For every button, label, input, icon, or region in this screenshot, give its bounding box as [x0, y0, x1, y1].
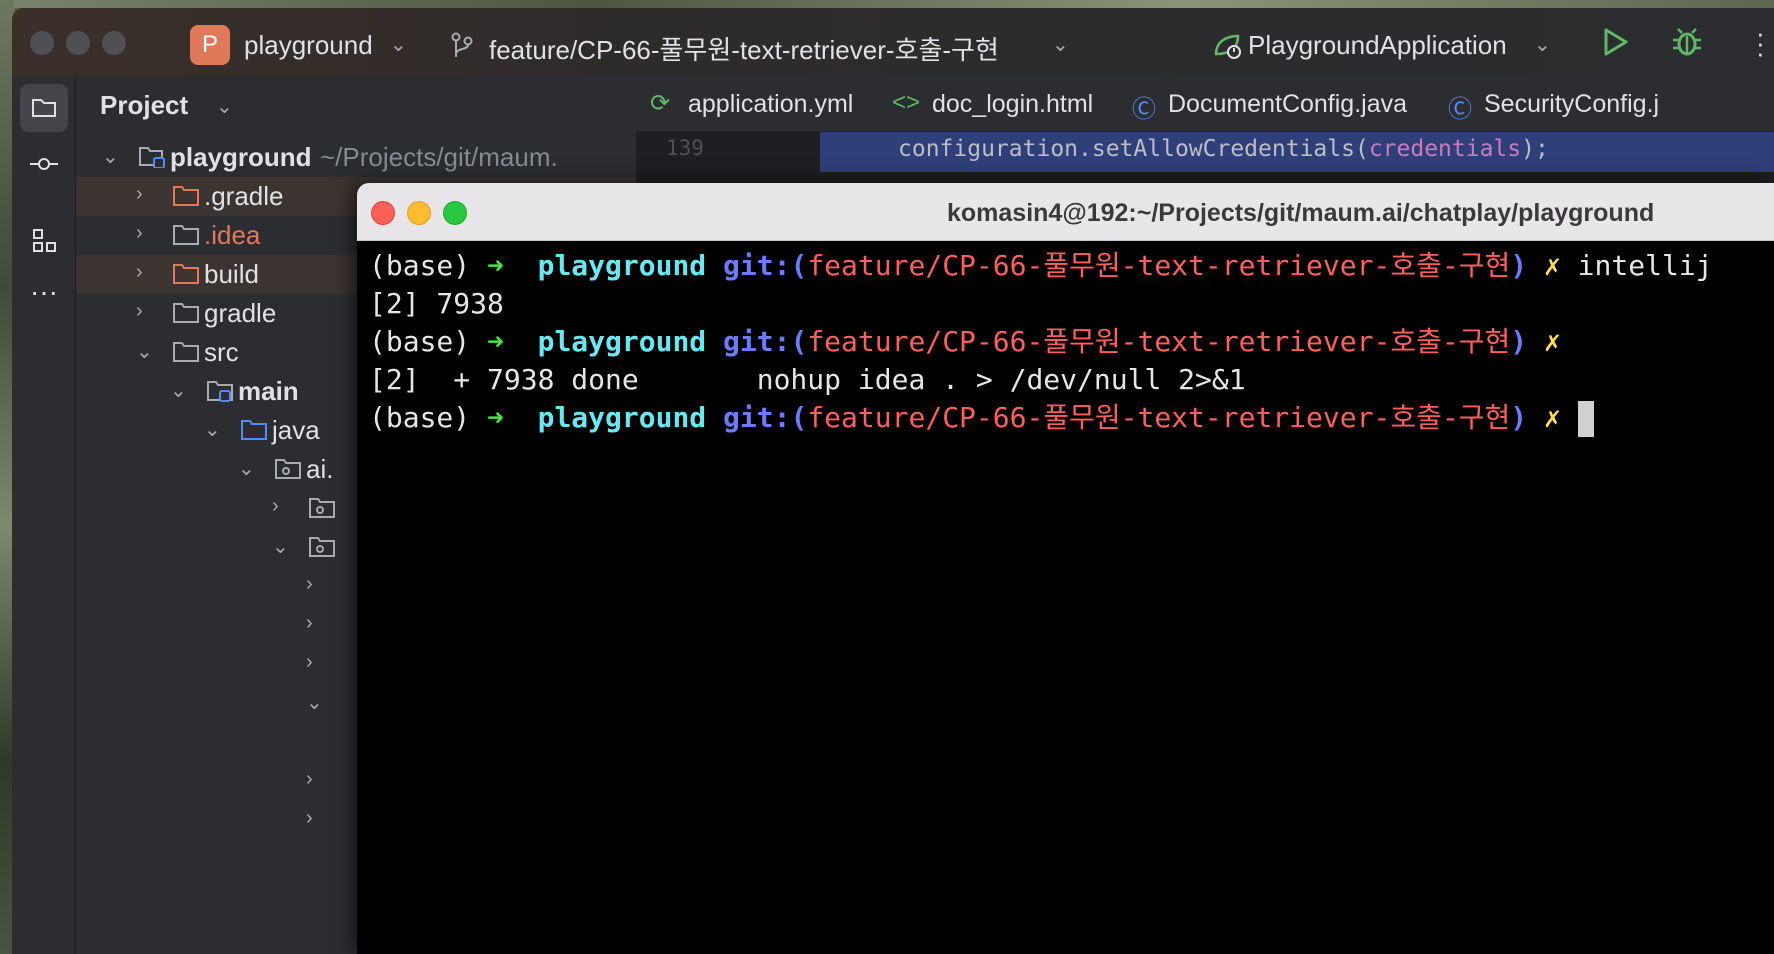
chevron-right-icon[interactable]: › — [306, 807, 313, 830]
folder-icon — [173, 303, 199, 323]
minimize-window-button[interactable] — [407, 201, 431, 225]
terminal-line: [2] 7938 — [369, 287, 504, 320]
tree-label: playground — [170, 142, 312, 172]
package-icon — [309, 537, 335, 557]
commit-tool-button[interactable] — [20, 140, 68, 188]
branch-selector[interactable]: feature/CP-66-풀무원-text-retriever-호출-구현 — [489, 30, 999, 67]
structure-icon — [33, 229, 56, 252]
chevron-right-icon[interactable]: › — [136, 261, 143, 284]
terminal-output[interactable]: (base) ➜ playground git:(feature/CP-66-풀… — [369, 247, 1769, 437]
tab-document-config-java[interactable]: DocumentConfig.java — [1168, 90, 1407, 119]
spring-icon: ⟳ — [650, 90, 671, 117]
chevron-down-icon[interactable]: ⌄ — [102, 144, 119, 169]
project-panel-title[interactable]: Project — [100, 90, 188, 121]
tab-doc-login-html[interactable]: doc_login.html — [932, 90, 1093, 119]
debug-icon[interactable] — [1670, 26, 1704, 63]
project-tool-button[interactable] — [20, 84, 68, 132]
folder-icon — [173, 264, 199, 284]
chevron-down-icon[interactable]: ⌄ — [1534, 32, 1551, 57]
package-icon — [275, 459, 301, 479]
tree-label: main — [238, 376, 299, 406]
close-window-button[interactable] — [371, 201, 395, 225]
tab-security-config-java[interactable]: SecurityConfig.j — [1484, 90, 1659, 119]
line-number: 139 — [666, 136, 704, 160]
tree-row-root[interactable]: ⌄ playground ~/Projects/git/maum. — [76, 138, 636, 177]
tool-window-strip: ··· — [12, 76, 76, 954]
source-folder-icon — [207, 381, 233, 402]
chevron-right-icon[interactable]: › — [136, 222, 143, 245]
chevron-down-icon[interactable]: ⌄ — [170, 378, 187, 403]
tree-label: java — [272, 415, 320, 445]
tree-label: gradle — [204, 298, 277, 328]
folder-icon — [173, 342, 199, 362]
tree-path: ~/Projects/git/maum. — [320, 142, 558, 172]
run-icon[interactable] — [1600, 26, 1630, 63]
branch-icon — [450, 32, 474, 65]
run-configuration-selector[interactable]: PlaygroundApplication — [1248, 30, 1507, 61]
text-cursor — [1577, 401, 1594, 437]
tree-label: ai. — [306, 454, 334, 484]
class-icon: Ⓒ — [1448, 96, 1472, 123]
terminal-titlebar: komasin4@192:~/Projects/git/maum.ai/chat… — [357, 183, 1774, 241]
folder-icon — [32, 99, 56, 117]
chevron-down-icon[interactable]: ⌄ — [204, 417, 221, 442]
chevron-down-icon[interactable]: ⌄ — [238, 456, 255, 481]
chevron-down-icon[interactable]: ⌄ — [272, 534, 289, 559]
chevron-down-icon[interactable]: ⌄ — [390, 32, 407, 57]
tree-label: src — [204, 337, 239, 367]
chevron-right-icon[interactable]: › — [306, 651, 313, 674]
minimize-window-button[interactable] — [66, 31, 90, 55]
source-root-icon — [241, 420, 267, 440]
chevron-down-icon[interactable]: ⌄ — [136, 339, 153, 364]
project-badge[interactable]: P — [190, 25, 230, 65]
ide-titlebar: P playground ⌄ feature/CP-66-풀무원-text-re… — [12, 8, 1774, 76]
chevron-down-icon[interactable]: ⌄ — [216, 94, 233, 119]
code-editor[interactable]: 139 configuration.setAllowCredentials(cr… — [636, 132, 1774, 172]
chevron-right-icon[interactable]: › — [136, 300, 143, 323]
folder-icon — [173, 225, 199, 245]
chevron-right-icon[interactable]: › — [136, 183, 143, 206]
editor-tab-bar: ⟳ application.yml <> doc_login.html Ⓒ Do… — [636, 76, 1774, 132]
project-selector[interactable]: playground — [244, 30, 373, 61]
desktop-background — [0, 0, 1774, 8]
class-icon: Ⓒ — [1132, 96, 1156, 123]
chevron-right-icon[interactable]: › — [272, 495, 279, 518]
terminal-title: komasin4@192:~/Projects/git/maum.ai/chat… — [947, 199, 1655, 227]
chevron-down-icon[interactable]: ⌄ — [1052, 32, 1069, 57]
chevron-right-icon[interactable]: › — [306, 768, 313, 791]
tree-label: .gradle — [204, 181, 284, 211]
terminal-line: (base) ➜ playground git:(feature/CP-66-풀… — [369, 325, 1561, 358]
package-icon — [309, 498, 335, 518]
close-window-button[interactable] — [30, 31, 54, 55]
terminal-line: (base) ➜ playground git:(feature/CP-66-풀… — [369, 249, 1713, 282]
more-vertical-icon[interactable]: · · · — [1756, 20, 1765, 66]
more-tools-icon[interactable]: ··· — [20, 272, 68, 320]
terminal-window: komasin4@192:~/Projects/git/maum.ai/chat… — [357, 183, 1774, 954]
commit-icon — [30, 158, 58, 170]
module-folder-icon — [139, 147, 165, 168]
html-icon: <> — [892, 89, 921, 116]
folder-icon — [173, 186, 199, 206]
tree-label: .idea — [204, 220, 261, 250]
tree-label: build — [204, 259, 259, 289]
zoom-window-button[interactable] — [102, 31, 126, 55]
run-config-icon — [1212, 32, 1244, 65]
zoom-window-button[interactable] — [443, 201, 467, 225]
structure-tool-button[interactable] — [20, 216, 68, 264]
chevron-right-icon[interactable]: › — [306, 612, 313, 635]
terminal-line: [2] + 7938 done nohup idea . > /dev/null… — [369, 363, 1246, 396]
chevron-down-icon[interactable]: ⌄ — [306, 690, 323, 715]
terminal-prompt-line[interactable]: (base) ➜ playground git:(feature/CP-66-풀… — [369, 399, 1769, 437]
code-line: configuration.setAllowCredentials(creden… — [898, 136, 1549, 162]
chevron-right-icon[interactable]: › — [306, 573, 313, 596]
tab-application-yml[interactable]: application.yml — [688, 90, 853, 119]
